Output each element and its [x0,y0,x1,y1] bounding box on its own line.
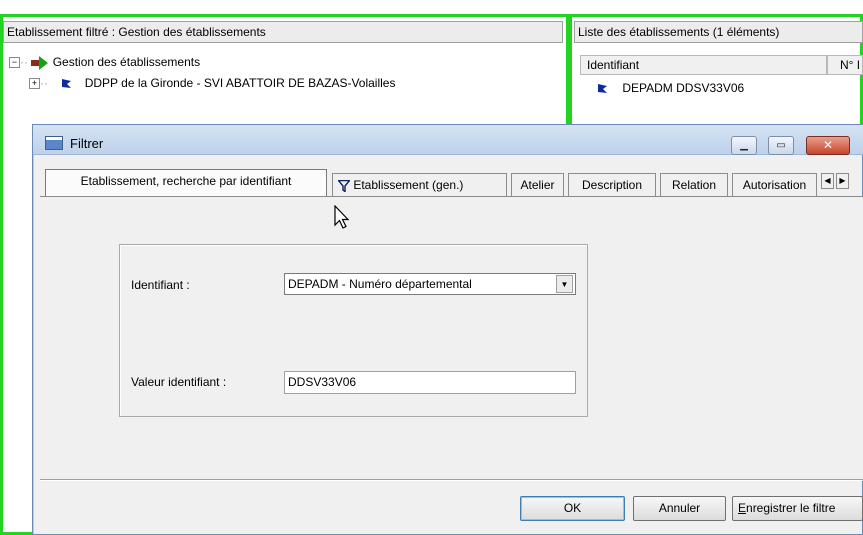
save-filter-button[interactable]: Enregistrer le filtre [732,496,863,521]
tree-child[interactable]: + ·· DDPP de la Gironde - SVI ABATTOIR DE… [29,74,395,92]
tree-dotted-line: ·· [20,55,28,69]
ok-button[interactable]: OK [520,496,625,521]
right-panel-header: Liste des établissements (1 éléments) [574,21,863,43]
list-item-label: DEPADM DDSV33V06 [622,81,745,95]
arrow-icon [31,55,52,70]
tree-child-label: DDPP de la Gironde - SVI ABATTOIR DE BAZ… [84,76,396,90]
tree-dotted-line: ·· [40,76,48,90]
blue-flag-icon [61,76,76,90]
tab-etablissement-gen-label: Etablissement (gen.) [353,178,464,192]
dialog-divider [40,479,863,481]
filter-funnel-icon [337,178,353,193]
chevron-down-icon[interactable]: ▼ [556,275,573,293]
tree-root[interactable]: − ·· Gestion des établissements [9,53,200,71]
cancel-button[interactable]: Annuler [633,496,726,521]
dialog-title: Filtrer [70,136,104,151]
dialog-window-icon [45,136,63,150]
tab-scroll-right-button[interactable]: ▶ [836,173,849,189]
close-button[interactable]: ✕ [806,136,850,155]
collapse-icon[interactable]: − [9,57,20,69]
tab-etablissement-identifiant[interactable]: Etablissement, recherche par identifiant [45,169,327,197]
valeur-identifiant-input[interactable]: DDSV33V06 [284,371,576,394]
identifiant-select[interactable]: DEPADM - Numéro départemental [284,273,576,295]
left-panel-header: Etablissement filtré : Gestion des établ… [3,21,563,43]
tab-atelier[interactable]: Atelier [511,173,564,197]
minimize-button[interactable]: ▁ [731,136,757,155]
column-header-identifiant[interactable]: Identifiant [580,55,827,75]
tab-etablissement-gen[interactable]: Etablissement (gen.) [332,173,507,197]
valeur-identifiant-label: Valeur identifiant : [131,375,227,389]
save-filter-label: Enregistrer le filtre [738,501,836,515]
column-header-numero[interactable]: N° I [827,55,863,75]
identifiant-label: Identifiant : [131,278,190,292]
list-item[interactable]: DEPADM DDSV33V06 [597,79,744,97]
blue-flag-icon [597,81,612,95]
maximize-button[interactable]: ▭ [768,136,794,155]
mouse-cursor-icon [334,204,350,234]
expand-icon[interactable]: + [29,78,40,90]
identifiant-select-value: DEPADM - Numéro départemental [288,277,472,291]
tab-description[interactable]: Description [568,173,656,197]
tab-scroll-left-button[interactable]: ◀ [821,173,834,189]
tab-autorisation[interactable]: Autorisation [732,173,817,197]
tab-relation[interactable]: Relation [660,173,728,197]
tree-root-label: Gestion des établissements [52,55,201,69]
